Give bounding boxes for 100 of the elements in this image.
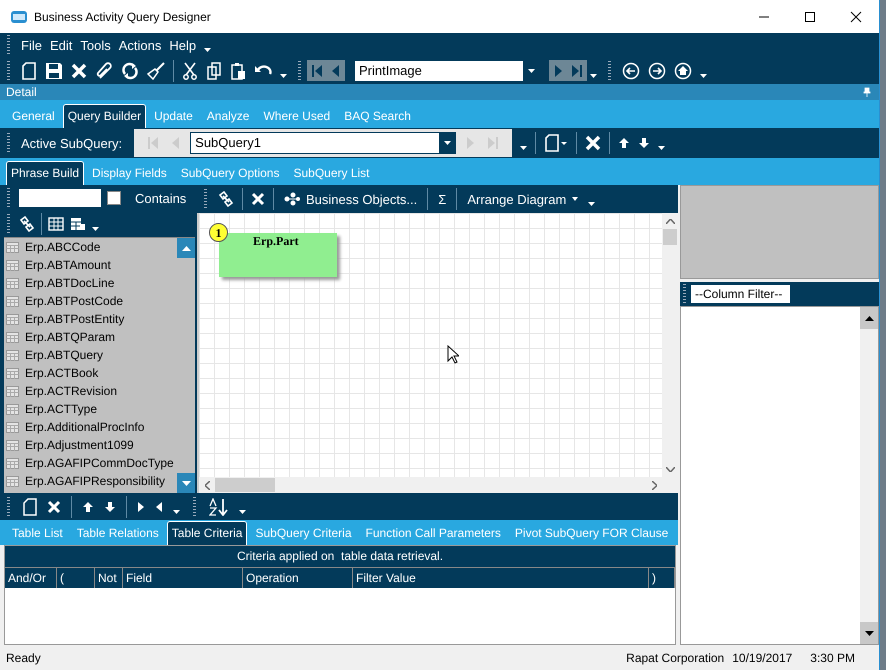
link-icon[interactable] — [19, 216, 35, 232]
new-document-icon[interactable] — [23, 498, 37, 516]
scroll-down-button[interactable] — [860, 622, 878, 644]
table-list-item[interactable]: Erp.ABTPostEntity — [4, 310, 177, 328]
paste-icon[interactable] — [230, 62, 246, 80]
table-icon — [6, 242, 19, 252]
field-label: Active SubQuery: — [21, 136, 122, 150]
subquery-combo[interactable]: SubQuery1 — [190, 132, 456, 154]
column-header[interactable]: Filter Value — [353, 568, 649, 588]
scissors-icon[interactable] — [182, 62, 198, 80]
scrollbar-thumb[interactable] — [663, 229, 677, 245]
table-icon — [6, 368, 19, 378]
new-document-icon[interactable] — [21, 62, 37, 80]
column-header[interactable]: ) — [649, 568, 675, 588]
down-triangle-icon — [864, 630, 874, 636]
arrange-diagram-button[interactable]: Arrange Diagram — [465, 192, 580, 206]
down-arrow-icon[interactable] — [104, 500, 116, 512]
grid-caption: Criteria applied on table data retrieval. — [5, 546, 675, 567]
node-title: Erp.Part — [253, 234, 299, 249]
table-list-item[interactable]: Erp.AGAFIPCommDocType — [4, 454, 177, 472]
table-list-item[interactable]: Erp.ACTRevision — [4, 382, 177, 400]
status-text: Ready — [6, 650, 41, 664]
table-list-item[interactable]: Erp.ACTBook — [4, 364, 177, 382]
table-list-item[interactable]: Erp.ABTDocLine — [4, 274, 177, 292]
column-header[interactable]: And/Or — [5, 568, 57, 588]
up-arrow-icon[interactable] — [82, 500, 94, 512]
column-header[interactable]: Operation — [243, 568, 353, 588]
save-icon[interactable] — [45, 62, 63, 80]
broom-icon[interactable] — [147, 62, 165, 80]
delete-icon[interactable] — [251, 192, 265, 206]
last-icon — [487, 136, 500, 150]
caret-icon[interactable] — [92, 227, 99, 231]
caret-icon[interactable] — [590, 74, 597, 78]
down-arrow-icon[interactable] — [638, 137, 650, 149]
tab[interactable]: Phrase Build — [6, 161, 84, 185]
column-header[interactable]: Not — [95, 568, 123, 588]
table-list-item[interactable]: Erp.Adjustment1099 — [4, 436, 177, 454]
table-list-item[interactable]: Erp.ABTPostCode — [4, 292, 177, 310]
table-icon — [6, 296, 19, 306]
table-list-item[interactable]: Erp.ABTQParam — [4, 328, 177, 346]
table-list-item[interactable]: Erp.ABTQuery — [4, 346, 177, 364]
menu-item[interactable]: File — [21, 38, 42, 52]
search-field[interactable] — [19, 189, 101, 207]
sum-button[interactable]: Σ — [436, 192, 448, 206]
link-icon[interactable] — [218, 191, 234, 207]
table-list-item[interactable]: Erp.AdditionalProcInfo — [4, 418, 177, 436]
chevron-down-icon — [666, 466, 674, 472]
checkbox-label: Contains — [135, 190, 186, 206]
home-icon[interactable] — [674, 62, 692, 80]
caret-icon[interactable] — [520, 146, 528, 150]
number-badge: 1 — [209, 223, 228, 242]
delete-icon[interactable] — [71, 62, 87, 78]
delete-icon[interactable] — [585, 135, 602, 151]
column-header[interactable]: Field — [123, 568, 243, 588]
table-list-item[interactable]: Erp.ABCCode — [4, 238, 177, 256]
table-list-item[interactable]: Erp.ACTType — [4, 400, 177, 418]
caret-icon[interactable] — [588, 202, 596, 206]
column-header[interactable]: ( — [57, 568, 95, 588]
up-arrow-icon[interactable] — [618, 137, 630, 149]
table-list-item[interactable]: Erp.AGAFIPResponsibility — [4, 472, 177, 490]
menu-item[interactable]: Actions — [118, 38, 162, 52]
paperclip-icon[interactable] — [95, 62, 113, 80]
caret-icon[interactable] — [239, 510, 246, 514]
next-record-button[interactable] — [549, 60, 569, 81]
first-icon — [147, 136, 160, 150]
column-filter-field[interactable]: --Column Filter-- — [691, 285, 790, 303]
table-icon[interactable] — [48, 217, 64, 231]
checkbox[interactable] — [107, 191, 121, 205]
caret-icon[interactable] — [700, 74, 707, 78]
pin-icon[interactable] — [863, 87, 871, 97]
table-icon — [6, 350, 19, 360]
tab[interactable]: Query Builder — [62, 104, 146, 128]
table-icon — [6, 386, 19, 396]
maximize-icon — [804, 10, 816, 22]
menu-item[interactable]: Tools — [80, 38, 111, 52]
scrollbar-thumb[interactable] — [215, 478, 275, 492]
print-combo[interactable]: PrintImage — [354, 60, 540, 82]
table-icon — [6, 278, 19, 288]
caret-icon[interactable] — [658, 146, 666, 150]
sort-icon[interactable] — [209, 498, 229, 516]
copy-icon[interactable] — [206, 62, 222, 80]
table-icon[interactable] — [70, 217, 86, 231]
menu-item[interactable]: Help — [169, 38, 196, 52]
caret-icon[interactable] — [173, 510, 180, 514]
table-list-item[interactable]: Erp.ABTAmount — [4, 256, 177, 274]
new-document-icon[interactable] — [544, 134, 568, 152]
first-icon — [311, 64, 323, 78]
right-triangle-icon[interactable] — [137, 500, 145, 512]
tab[interactable]: Table Criteria — [166, 521, 248, 545]
delete-icon[interactable] — [47, 500, 61, 514]
refresh-icon[interactable] — [121, 62, 139, 80]
first-record-button[interactable] — [307, 60, 327, 81]
menu-item[interactable]: Edit — [50, 38, 72, 52]
previous-record-button[interactable] — [325, 60, 345, 81]
left-triangle-icon[interactable] — [155, 500, 163, 512]
business-objects-button[interactable]: Business Objects... — [282, 192, 420, 206]
dropdown-arrow-icon — [444, 141, 451, 145]
caret-icon[interactable] — [204, 48, 212, 52]
scroll-up-button[interactable] — [860, 307, 878, 329]
caret-icon[interactable] — [280, 74, 287, 78]
